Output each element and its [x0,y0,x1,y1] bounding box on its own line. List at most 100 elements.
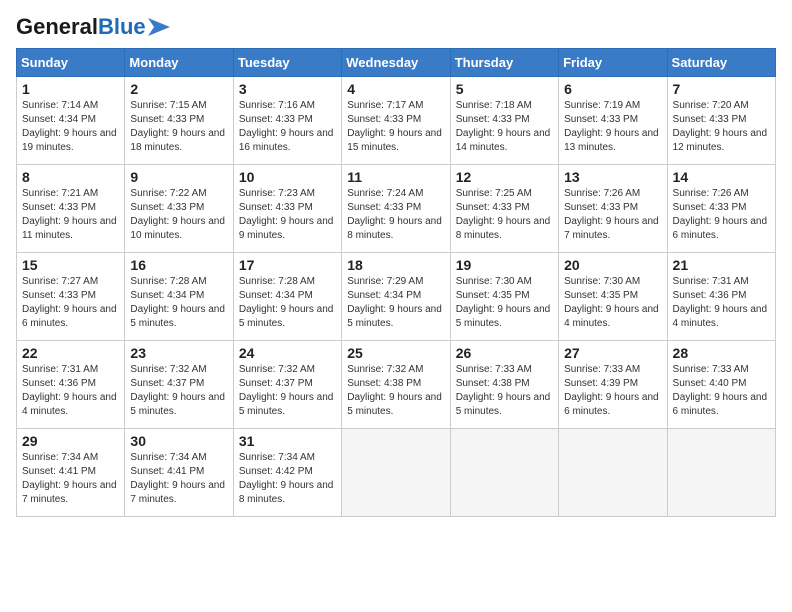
column-header-wednesday: Wednesday [342,49,450,77]
cell-info: Sunrise: 7:30 AMSunset: 4:35 PMDaylight:… [456,276,551,329]
cell-info: Sunrise: 7:24 AMSunset: 4:33 PMDaylight:… [347,188,442,241]
cell-info: Sunrise: 7:34 AMSunset: 4:41 PMDaylight:… [130,452,225,505]
calendar-cell: 23 Sunrise: 7:32 AMSunset: 4:37 PMDayligh… [125,341,233,429]
column-header-saturday: Saturday [667,49,775,77]
day-number: 8 [22,169,119,185]
day-number: 29 [22,433,119,449]
calendar-cell: 16 Sunrise: 7:28 AMSunset: 4:34 PMDayligh… [125,253,233,341]
calendar-cell: 21 Sunrise: 7:31 AMSunset: 4:36 PMDayligh… [667,253,775,341]
cell-info: Sunrise: 7:32 AMSunset: 4:37 PMDaylight:… [239,364,334,417]
calendar-cell [450,429,558,517]
day-number: 22 [22,345,119,361]
calendar-cell: 11 Sunrise: 7:24 AMSunset: 4:33 PMDayligh… [342,165,450,253]
cell-info: Sunrise: 7:34 AMSunset: 4:41 PMDaylight:… [22,452,117,505]
day-number: 21 [673,257,770,273]
day-number: 17 [239,257,336,273]
calendar-table: SundayMondayTuesdayWednesdayThursdayFrid… [16,48,776,517]
cell-info: Sunrise: 7:17 AMSunset: 4:33 PMDaylight:… [347,100,442,153]
calendar-cell [667,429,775,517]
day-number: 30 [130,433,227,449]
cell-info: Sunrise: 7:26 AMSunset: 4:33 PMDaylight:… [673,188,768,241]
calendar-cell: 24Sunrise: 7:32 AMSunset: 4:37 PMDayligh… [233,341,341,429]
day-number: 11 [347,169,444,185]
week-row-4: 22 Sunrise: 7:31 AMSunset: 4:36 PMDayligh… [17,341,776,429]
cell-info: Sunrise: 7:23 AMSunset: 4:33 PMDaylight:… [239,188,334,241]
calendar-cell: 4Sunrise: 7:17 AMSunset: 4:33 PMDaylight… [342,77,450,165]
calendar-cell: 7 Sunrise: 7:20 AMSunset: 4:33 PMDaylight… [667,77,775,165]
calendar-cell: 17Sunrise: 7:28 AMSunset: 4:34 PMDayligh… [233,253,341,341]
day-number: 5 [456,81,553,97]
calendar-cell: 9Sunrise: 7:22 AMSunset: 4:33 PMDaylight… [125,165,233,253]
week-row-3: 15Sunrise: 7:27 AMSunset: 4:33 PMDayligh… [17,253,776,341]
calendar-cell: 29 Sunrise: 7:34 AMSunset: 4:41 PMDayligh… [17,429,125,517]
cell-info: Sunrise: 7:32 AMSunset: 4:38 PMDaylight:… [347,364,442,417]
cell-info: Sunrise: 7:26 AMSunset: 4:33 PMDaylight:… [564,188,659,241]
cell-info: Sunrise: 7:30 AMSunset: 4:35 PMDaylight:… [564,276,659,329]
day-number: 18 [347,257,444,273]
calendar-cell: 2 Sunrise: 7:15 AMSunset: 4:33 PMDaylight… [125,77,233,165]
day-number: 16 [130,257,227,273]
calendar-cell: 22 Sunrise: 7:31 AMSunset: 4:36 PMDayligh… [17,341,125,429]
calendar-cell: 8Sunrise: 7:21 AMSunset: 4:33 PMDaylight… [17,165,125,253]
cell-info: Sunrise: 7:15 AMSunset: 4:33 PMDaylight:… [130,100,225,153]
calendar-cell: 12 Sunrise: 7:25 AMSunset: 4:33 PMDayligh… [450,165,558,253]
calendar-cell: 25 Sunrise: 7:32 AMSunset: 4:38 PMDayligh… [342,341,450,429]
day-number: 20 [564,257,661,273]
day-number: 31 [239,433,336,449]
day-number: 6 [564,81,661,97]
column-header-friday: Friday [559,49,667,77]
day-number: 7 [673,81,770,97]
cell-info: Sunrise: 7:16 AMSunset: 4:33 PMDaylight:… [239,100,334,153]
calendar-cell: 31 Sunrise: 7:34 AMSunset: 4:42 PMDayligh… [233,429,341,517]
cell-info: Sunrise: 7:19 AMSunset: 4:33 PMDaylight:… [564,100,659,153]
day-number: 28 [673,345,770,361]
logo: GeneralBlue [16,16,170,38]
calendar-header-row: SundayMondayTuesdayWednesdayThursdayFrid… [17,49,776,77]
calendar-cell: 3Sunrise: 7:16 AMSunset: 4:33 PMDaylight… [233,77,341,165]
page-header: GeneralBlue [16,16,776,38]
week-row-2: 8Sunrise: 7:21 AMSunset: 4:33 PMDaylight… [17,165,776,253]
day-number: 10 [239,169,336,185]
calendar-cell: 28 Sunrise: 7:33 AMSunset: 4:40 PMDayligh… [667,341,775,429]
calendar-cell: 1Sunrise: 7:14 AMSunset: 4:34 PMDaylight… [17,77,125,165]
day-number: 14 [673,169,770,185]
day-number: 1 [22,81,119,97]
day-number: 19 [456,257,553,273]
day-number: 2 [130,81,227,97]
column-header-thursday: Thursday [450,49,558,77]
calendar-cell [342,429,450,517]
column-header-monday: Monday [125,49,233,77]
day-number: 25 [347,345,444,361]
calendar-cell: 6 Sunrise: 7:19 AMSunset: 4:33 PMDaylight… [559,77,667,165]
column-header-tuesday: Tuesday [233,49,341,77]
cell-info: Sunrise: 7:25 AMSunset: 4:33 PMDaylight:… [456,188,551,241]
calendar-cell: 13 Sunrise: 7:26 AMSunset: 4:33 PMDayligh… [559,165,667,253]
calendar-cell: 20 Sunrise: 7:30 AMSunset: 4:35 PMDayligh… [559,253,667,341]
calendar-cell: 5Sunrise: 7:18 AMSunset: 4:33 PMDaylight… [450,77,558,165]
cell-info: Sunrise: 7:29 AMSunset: 4:34 PMDaylight:… [347,276,442,329]
calendar-cell: 27 Sunrise: 7:33 AMSunset: 4:39 PMDayligh… [559,341,667,429]
day-number: 12 [456,169,553,185]
calendar-cell: 15Sunrise: 7:27 AMSunset: 4:33 PMDayligh… [17,253,125,341]
cell-info: Sunrise: 7:32 AMSunset: 4:37 PMDaylight:… [130,364,225,417]
day-number: 23 [130,345,227,361]
logo-text: GeneralBlue [16,16,146,38]
calendar-cell: 18 Sunrise: 7:29 AMSunset: 4:34 PMDayligh… [342,253,450,341]
cell-info: Sunrise: 7:28 AMSunset: 4:34 PMDaylight:… [130,276,225,329]
cell-info: Sunrise: 7:33 AMSunset: 4:39 PMDaylight:… [564,364,659,417]
cell-info: Sunrise: 7:27 AMSunset: 4:33 PMDaylight:… [22,276,117,329]
cell-info: Sunrise: 7:31 AMSunset: 4:36 PMDaylight:… [673,276,768,329]
week-row-5: 29 Sunrise: 7:34 AMSunset: 4:41 PMDayligh… [17,429,776,517]
cell-info: Sunrise: 7:20 AMSunset: 4:33 PMDaylight:… [673,100,768,153]
cell-info: Sunrise: 7:31 AMSunset: 4:36 PMDaylight:… [22,364,117,417]
cell-info: Sunrise: 7:34 AMSunset: 4:42 PMDaylight:… [239,452,334,505]
calendar-cell: 10 Sunrise: 7:23 AMSunset: 4:33 PMDayligh… [233,165,341,253]
day-number: 27 [564,345,661,361]
calendar-cell [559,429,667,517]
calendar-cell: 19 Sunrise: 7:30 AMSunset: 4:35 PMDayligh… [450,253,558,341]
cell-info: Sunrise: 7:33 AMSunset: 4:40 PMDaylight:… [673,364,768,417]
calendar-cell: 14 Sunrise: 7:26 AMSunset: 4:33 PMDayligh… [667,165,775,253]
day-number: 13 [564,169,661,185]
day-number: 26 [456,345,553,361]
week-row-1: 1Sunrise: 7:14 AMSunset: 4:34 PMDaylight… [17,77,776,165]
